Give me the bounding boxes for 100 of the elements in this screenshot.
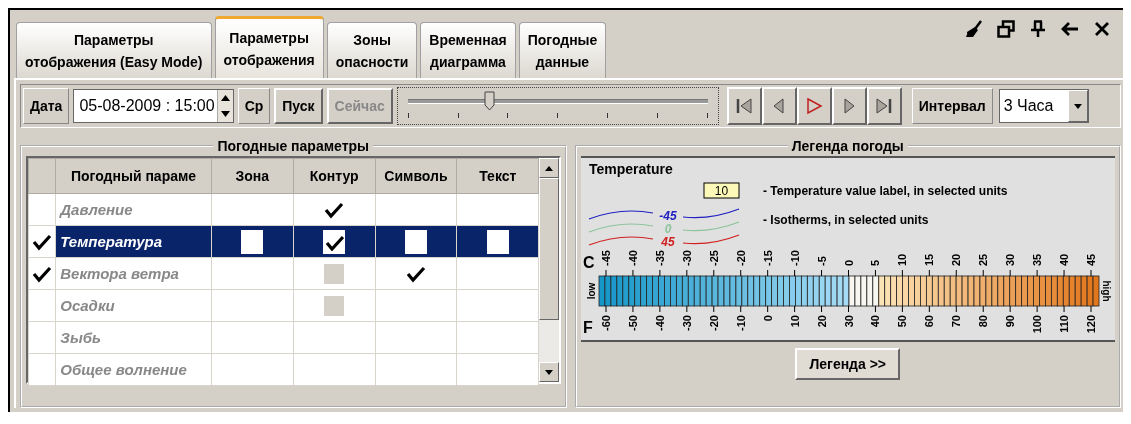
table-cell: Общее волнение xyxy=(55,353,212,386)
fahrenheit-tick-label: 0 xyxy=(761,315,774,322)
tab[interactable]: Параметры отображения (Easy Mode) xyxy=(16,22,212,78)
checkbox-cell[interactable] xyxy=(375,321,457,354)
date-time-field[interactable]: 05-08-2009 : 15:00 xyxy=(73,89,234,123)
fahrenheit-tick-label: -50 xyxy=(626,315,639,331)
fahrenheit-tick-label: 120 xyxy=(1084,315,1097,334)
celsius-tick-label: 5 xyxy=(868,259,881,266)
checkbox-cell[interactable] xyxy=(456,193,539,226)
restore-window-icon xyxy=(997,20,1015,38)
pin-icon xyxy=(1029,20,1047,38)
visibility-cell[interactable] xyxy=(28,321,56,354)
fahrenheit-tick-label: 90 xyxy=(1003,315,1016,328)
step-forward-button[interactable] xyxy=(831,87,867,125)
checkbox-cell[interactable] xyxy=(211,353,294,386)
checkbox-cell[interactable] xyxy=(293,225,375,258)
checkbox-cell[interactable] xyxy=(375,193,457,226)
table-row[interactable]: Вектора ветра xyxy=(28,257,539,290)
tab[interactable]: Временная диаграмма xyxy=(420,22,516,78)
visibility-cell[interactable] xyxy=(28,257,56,290)
checkbox-cell[interactable] xyxy=(211,321,294,354)
scroll-down-icon xyxy=(543,368,554,376)
fahrenheit-tick-label: -10 xyxy=(734,315,747,331)
visibility-cell[interactable] xyxy=(28,289,56,322)
fahrenheit-tick-label: -60 xyxy=(599,315,612,331)
disabled-checkbox xyxy=(324,295,345,316)
table-row[interactable]: Зыбь xyxy=(28,321,539,354)
fahrenheit-tick-label: -40 xyxy=(653,315,666,331)
panel-title: Легенда погоды xyxy=(790,138,905,154)
fahrenheit-tick-label: 60 xyxy=(922,315,935,328)
table-row[interactable]: Осадки xyxy=(28,289,539,322)
fahrenheit-tick-label: 20 xyxy=(815,315,828,328)
checkbox-cell[interactable] xyxy=(456,225,539,258)
visibility-cell[interactable] xyxy=(28,193,56,226)
checkbox-cell[interactable] xyxy=(456,257,539,290)
checkbox-cell[interactable] xyxy=(211,289,294,322)
high-label: high xyxy=(1100,280,1112,302)
celsius-tick-label: 25 xyxy=(976,253,989,266)
fahrenheit-tick-label: 40 xyxy=(868,315,881,328)
fahrenheit-tick-label: 80 xyxy=(976,315,989,328)
checkbox-cell[interactable] xyxy=(375,289,457,322)
isotherm-line: 0 xyxy=(587,221,740,236)
checkbox-cell[interactable] xyxy=(456,321,539,354)
play-icon xyxy=(804,96,825,116)
vertical-scrollbar[interactable] xyxy=(539,158,559,382)
slider-thumb[interactable] xyxy=(483,91,495,111)
play-button[interactable] xyxy=(796,87,832,125)
checkbox-cell[interactable] xyxy=(375,257,457,290)
tab[interactable]: Зоны опасности xyxy=(326,22,418,78)
celsius-tick-label: 45 xyxy=(1084,253,1097,266)
checkbox-cell[interactable] xyxy=(456,289,539,322)
checkbox-cell[interactable] xyxy=(293,193,375,226)
back-arrow-icon xyxy=(1061,20,1079,38)
celsius-tick-label: 20 xyxy=(949,253,962,266)
checkbox-cell[interactable] xyxy=(211,225,294,258)
celsius-tick-label: 35 xyxy=(1030,253,1043,266)
checkbox[interactable] xyxy=(323,229,346,254)
fahrenheit-tick-label: 10 xyxy=(788,315,801,328)
checkbox-cell[interactable] xyxy=(456,353,539,386)
legend-button[interactable]: Легенда >> xyxy=(795,348,901,380)
skip-to-start-button[interactable] xyxy=(726,87,762,125)
visibility-cell[interactable] xyxy=(28,225,56,258)
table-row[interactable]: Температура xyxy=(28,225,539,258)
table-row[interactable]: Давление xyxy=(28,193,539,226)
column-header: Символь xyxy=(375,158,457,194)
isotherm-line: 45 xyxy=(587,234,740,249)
legend-description: - Isotherms, in selected units xyxy=(762,213,928,227)
low-label: low xyxy=(585,282,597,300)
checkbox-cell[interactable] xyxy=(375,353,457,386)
celsius-tick-label: -10 xyxy=(788,250,801,266)
interval-dropdown[interactable]: 3 Часа xyxy=(998,89,1089,123)
checkbox[interactable] xyxy=(486,229,509,254)
table-cell: Вектора ветра xyxy=(55,257,212,290)
start-button[interactable]: Пуск xyxy=(274,88,323,124)
checkbox-cell[interactable] xyxy=(211,193,294,226)
legend-heading: Temperature xyxy=(588,161,673,177)
scroll-up-icon xyxy=(543,164,554,172)
brush-icon xyxy=(965,20,983,38)
checkbox-cell[interactable] xyxy=(375,225,457,258)
celsius-tick-label: -15 xyxy=(761,250,774,266)
checkbox[interactable] xyxy=(404,229,427,254)
table-cell: Зыбь xyxy=(55,321,212,354)
fahrenheit-label: F xyxy=(582,319,593,336)
table-cell: Давление xyxy=(55,193,212,226)
tab[interactable]: Погодные данные xyxy=(518,22,607,78)
checkbox-cell[interactable] xyxy=(211,257,294,290)
checkbox-cell[interactable] xyxy=(293,321,375,354)
time-slider[interactable] xyxy=(396,87,719,125)
table-row[interactable]: Общее волнение xyxy=(28,353,539,386)
celsius-tick-label: 40 xyxy=(1057,253,1070,266)
checkbox[interactable] xyxy=(241,229,264,254)
step-back-button[interactable] xyxy=(761,87,797,125)
visibility-cell[interactable] xyxy=(28,353,56,386)
tab[interactable]: Параметры отображения xyxy=(214,16,324,78)
skip-to-end-button[interactable] xyxy=(866,87,902,125)
celsius-label: C xyxy=(582,254,595,271)
checkbox-cell[interactable] xyxy=(293,353,375,386)
fahrenheit-tick-label: 50 xyxy=(895,315,908,328)
isotherm-line: -45 xyxy=(587,208,740,223)
interval-label: Интервал xyxy=(911,88,993,124)
